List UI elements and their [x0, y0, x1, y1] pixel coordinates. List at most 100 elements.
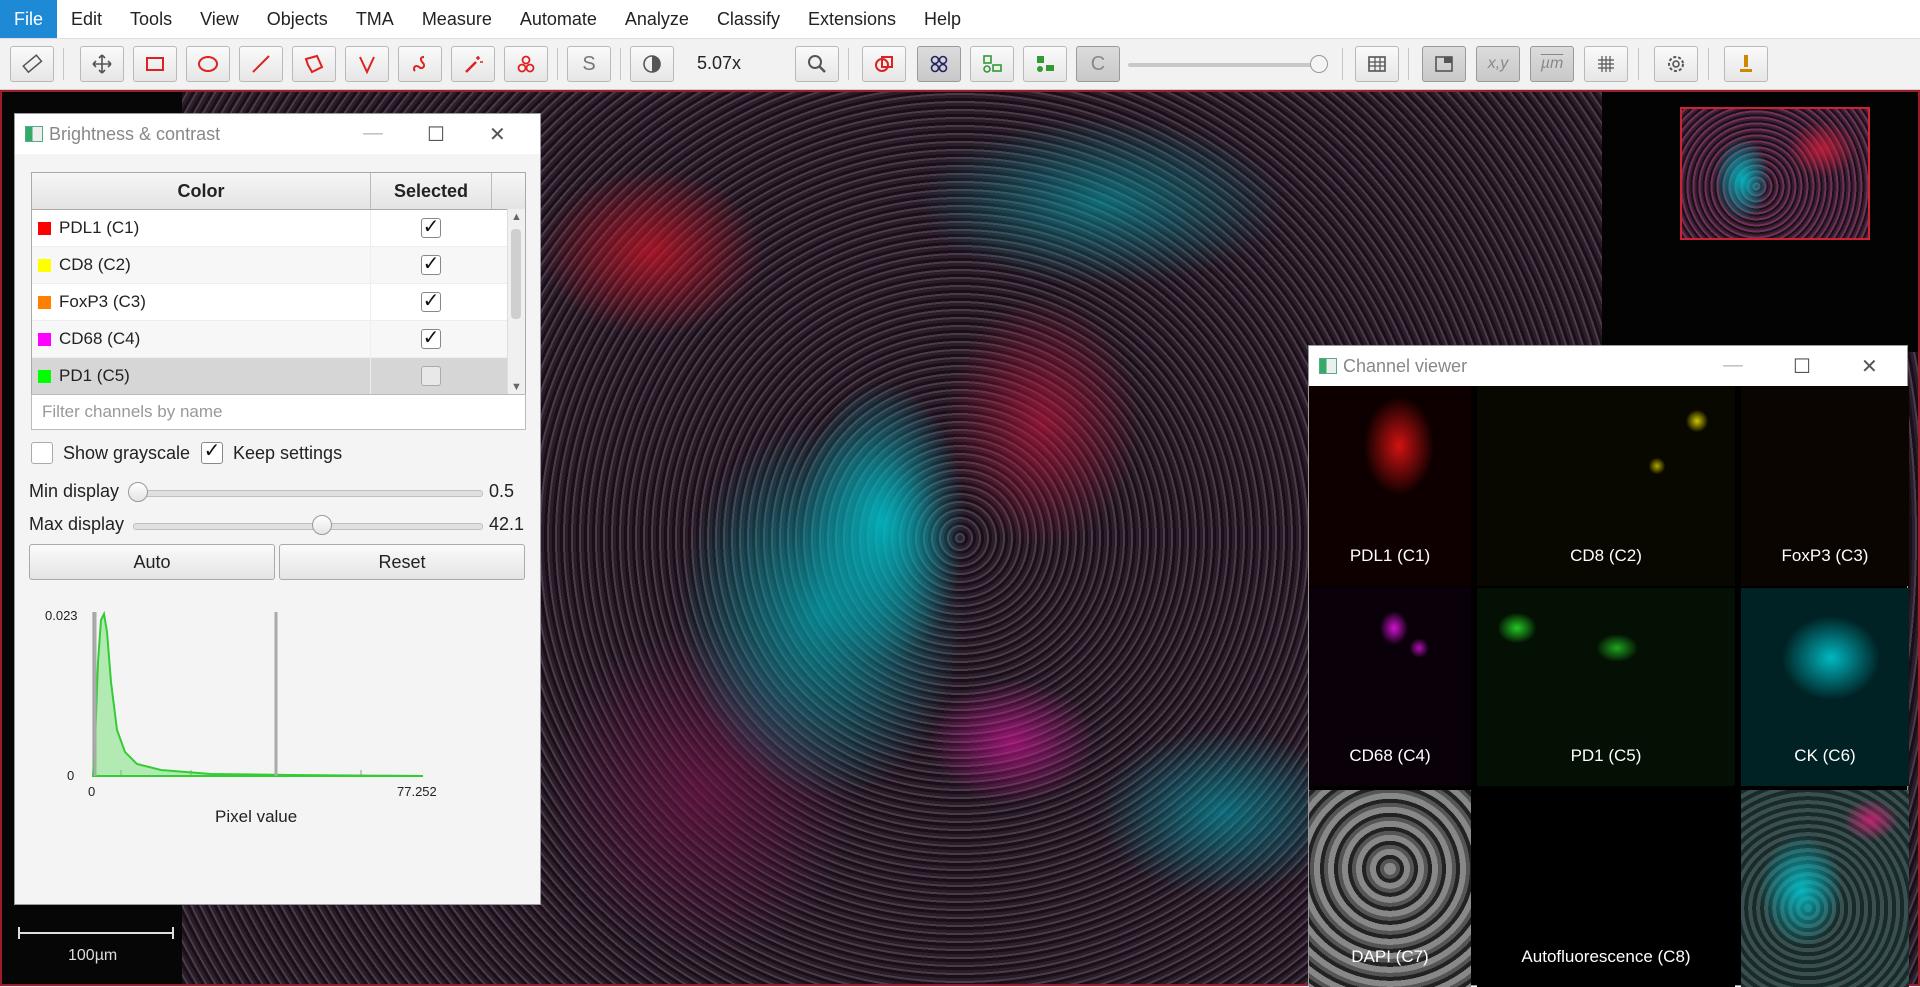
menu-view[interactable]: View: [186, 0, 253, 38]
keep-settings-checkbox[interactable]: ✓: [201, 441, 223, 464]
channel-tile-label: PDL1 (C1): [1349, 546, 1431, 565]
channel-tile[interactable]: CK (C6): [1741, 588, 1909, 786]
window-title: Channel viewer: [1343, 355, 1468, 376]
menu-automate[interactable]: Automate: [506, 0, 611, 38]
window-title-bar[interactable]: Brightness & contrast — ☐ ✕: [15, 114, 540, 154]
channel-tile[interactable]: [1741, 790, 1909, 987]
selection-mode-button[interactable]: S: [567, 46, 611, 82]
scalebar-toggle-label: µm: [1540, 55, 1564, 72]
channel-name: PDL1 (C1): [59, 218, 140, 237]
table-scrollbar[interactable]: ▲ ▼: [507, 209, 525, 395]
scrollbar-thumb[interactable]: [511, 229, 521, 319]
grid-icon[interactable]: [1584, 46, 1628, 82]
minimize-icon[interactable]: —: [363, 122, 383, 145]
scroll-up-icon[interactable]: ▲: [511, 211, 522, 223]
histogram-curve: [91, 610, 424, 777]
toolbar-separator: [1408, 48, 1409, 80]
channel-checkbox[interactable]: ✓: [421, 254, 441, 275]
window-title-bar[interactable]: Channel viewer — ☐ ✕: [1309, 346, 1907, 386]
min-display-knob[interactable]: [128, 482, 148, 502]
show-annotations-icon[interactable]: [862, 46, 906, 82]
channel-filter-input[interactable]: [31, 394, 526, 430]
table-row[interactable]: CD68 (C4) ✓: [32, 321, 525, 358]
channel-tile[interactable]: PDL1 (C1): [1309, 386, 1471, 586]
channel-tile[interactable]: PD1 (C5): [1477, 588, 1735, 786]
opacity-slider-knob[interactable]: [1310, 55, 1328, 73]
channel-tile-label: Autofluorescence (C8): [1521, 947, 1691, 966]
zoom-to-fit-icon[interactable]: [795, 46, 839, 82]
opacity-slider[interactable]: [1128, 63, 1324, 67]
channel-checkbox[interactable]: ✓: [421, 328, 441, 349]
scroll-down-icon[interactable]: ▼: [511, 381, 522, 393]
menu-file[interactable]: File: [0, 0, 58, 38]
channel-tile-label: PD1 (C5): [1570, 746, 1642, 765]
fill-detections-icon[interactable]: [970, 46, 1014, 82]
color-swatch: [38, 332, 51, 346]
wand-tool-icon[interactable]: [451, 46, 495, 82]
maximize-icon[interactable]: ☐: [1793, 354, 1811, 379]
min-display-slider[interactable]: [133, 490, 483, 497]
channel-checkbox[interactable]: ✓: [421, 291, 441, 312]
overview-thumbnail[interactable]: [1680, 107, 1870, 240]
channel-tile[interactable]: CD8 (C2): [1477, 386, 1735, 586]
show-location-button[interactable]: x,y: [1476, 46, 1520, 82]
close-icon[interactable]: ✕: [489, 122, 506, 147]
ruler-icon[interactable]: [10, 46, 54, 82]
channel-tile[interactable]: FoxP3 (C3): [1741, 386, 1909, 586]
channel-tile[interactable]: DAPI (C7): [1309, 790, 1471, 987]
selection-mode-label: S: [582, 52, 596, 75]
brightness-contrast-icon[interactable]: [630, 46, 674, 82]
show-grayscale-checkbox[interactable]: [31, 442, 53, 464]
menu-objects[interactable]: Objects: [253, 0, 342, 38]
table-row[interactable]: PDL1 (C1) ✓: [32, 210, 525, 247]
toolbar-separator: [63, 48, 64, 80]
microscope-icon[interactable]: [1724, 46, 1768, 82]
menu-tools[interactable]: Tools: [116, 0, 186, 38]
menu-analyze[interactable]: Analyze: [611, 0, 703, 38]
polyline-tool-icon[interactable]: [345, 46, 389, 82]
toolbar-separator: [557, 48, 558, 80]
channel-tile[interactable]: Autofluorescence (C8): [1477, 790, 1735, 987]
close-icon[interactable]: ✕: [1861, 354, 1878, 379]
auto-button[interactable]: Auto: [29, 544, 275, 580]
menu-edit[interactable]: Edit: [57, 0, 116, 38]
menu-measure[interactable]: Measure: [408, 0, 506, 38]
menu-help[interactable]: Help: [910, 0, 975, 38]
points-tool-icon[interactable]: [504, 46, 548, 82]
menu-extensions[interactable]: Extensions: [794, 0, 910, 38]
rectangle-tool-icon[interactable]: [133, 46, 177, 82]
channel-name: FoxP3 (C3): [59, 292, 146, 311]
table-row[interactable]: CD8 (C2) ✓: [32, 247, 525, 284]
minimize-icon[interactable]: —: [1723, 354, 1743, 377]
show-connections-icon[interactable]: [1023, 46, 1067, 82]
channel-checkbox[interactable]: [421, 366, 441, 386]
line-tool-icon[interactable]: [239, 46, 283, 82]
overview-icon[interactable]: [1422, 46, 1466, 82]
table-row[interactable]: FoxP3 (C3) ✓: [32, 284, 525, 321]
channel-tile-label: DAPI (C7): [1351, 947, 1429, 966]
show-grayscale-option[interactable]: Show grayscale: [31, 442, 190, 464]
move-icon[interactable]: [80, 46, 124, 82]
keep-settings-option[interactable]: ✓ Keep settings: [201, 441, 342, 464]
brush-tool-icon[interactable]: [398, 46, 442, 82]
gear-icon[interactable]: [1654, 46, 1698, 82]
show-detections-icon[interactable]: [917, 46, 961, 82]
polygon-tool-icon[interactable]: [292, 46, 336, 82]
show-pixel-classification-button[interactable]: C: [1076, 46, 1120, 82]
min-display-label: Min display: [29, 481, 120, 501]
max-display-slider[interactable]: [133, 523, 483, 530]
ellipse-tool-icon[interactable]: [186, 46, 230, 82]
channel-tile[interactable]: CD68 (C4): [1309, 588, 1471, 786]
column-header-selected[interactable]: Selected: [371, 173, 492, 209]
menu-tma[interactable]: TMA: [342, 0, 408, 38]
menu-classify[interactable]: Classify: [703, 0, 794, 38]
channel-checkbox[interactable]: ✓: [421, 217, 441, 238]
table-row[interactable]: PD1 (C5): [32, 358, 525, 395]
measurement-table-icon[interactable]: [1355, 46, 1399, 82]
reset-button[interactable]: Reset: [279, 544, 525, 580]
show-scalebar-button[interactable]: µm: [1530, 46, 1574, 82]
column-header-color[interactable]: Color: [32, 173, 371, 209]
maximize-icon[interactable]: ☐: [427, 122, 445, 147]
max-display-knob[interactable]: [312, 515, 332, 535]
toolbar: S 5.07x C x,y µm: [0, 39, 1920, 90]
